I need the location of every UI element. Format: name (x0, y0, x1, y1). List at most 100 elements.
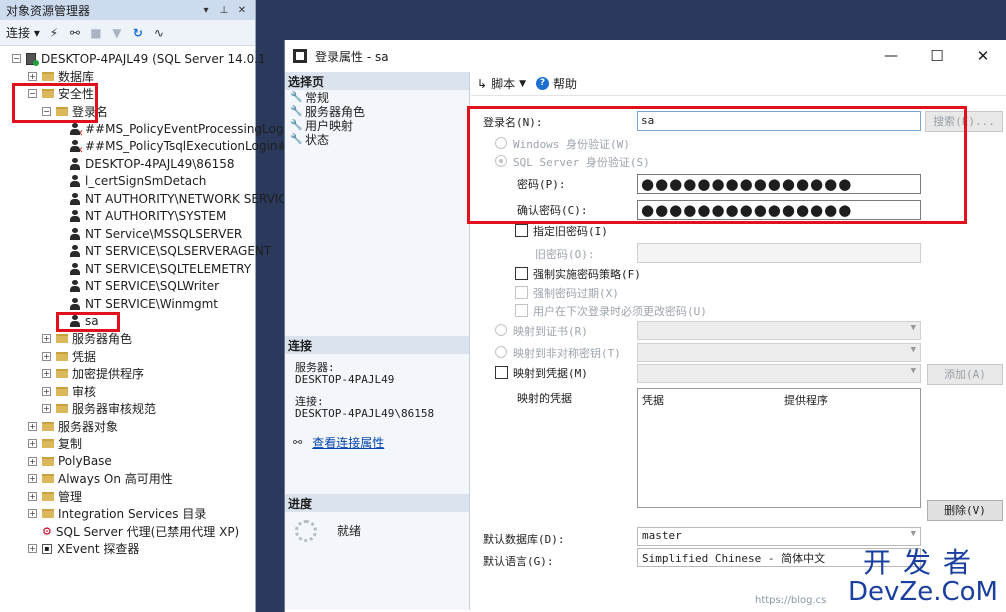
server-icon (26, 52, 39, 66)
tree-node[interactable]: + 管理 (28, 488, 82, 505)
remove-button[interactable]: 删除(V) (927, 500, 1003, 521)
tree-node-label: ##MS_PolicyTsqlExecutionLogin## (85, 139, 298, 153)
certificate-combo[interactable]: ▼ (637, 321, 921, 340)
tree-node[interactable]: NT SERVICE\SQLTELEMETRY (56, 260, 251, 277)
map-certificate-radio[interactable] (495, 324, 507, 336)
watermark-line2: DevZe.CoM (848, 577, 998, 607)
tree-node[interactable]: l_certSignSmDetach (56, 173, 206, 190)
page-list: 🔧 常规 🔧 服务器角色 🔧 用户映射 🔧 状态 (285, 90, 469, 147)
help-button[interactable]: 帮助 (553, 75, 577, 92)
specify-old-password-label: 指定旧密码(I) (533, 225, 608, 238)
filter-icon[interactable]: ▼ (110, 26, 124, 40)
tree-node[interactable]: + Always On 高可用性 (28, 470, 173, 487)
tree-node-label: 审核 (72, 384, 97, 399)
expand-icon[interactable]: + (28, 509, 37, 518)
highlight-box-security (12, 83, 98, 123)
expand-icon[interactable]: + (42, 369, 51, 378)
tree-node[interactable]: NT AUTHORITY\NETWORK SERVICE (56, 190, 294, 207)
expand-icon[interactable]: + (42, 351, 51, 361)
script-dropdown-icon[interactable]: ▼ (519, 79, 526, 89)
user-icon (70, 262, 80, 275)
folder-icon (56, 386, 68, 396)
enforce-policy-checkbox[interactable] (515, 267, 528, 280)
tree-node[interactable]: + 数据库 (28, 68, 94, 85)
must-change-label: 用户在下次登录时必须更改密码(U) (533, 305, 707, 318)
page-status[interactable]: 🔧 状态 (285, 132, 469, 147)
expand-icon[interactable]: + (28, 71, 37, 81)
tree-node[interactable]: + 加密提供程序 (42, 365, 144, 382)
tree-node[interactable]: NT SERVICE\Winmgmt (56, 295, 218, 312)
connection-properties-icon: ⚯ (293, 436, 303, 449)
tree-node-label: 服务器角色 (72, 332, 133, 346)
refresh-icon[interactable]: ↻ (131, 26, 145, 40)
pin-icon[interactable]: ⊥ (217, 5, 231, 16)
expand-icon[interactable]: + (28, 544, 37, 553)
disconnect-plug-icon[interactable]: ⚯ (68, 26, 82, 40)
enforce-expiration-checkbox[interactable] (515, 286, 528, 299)
mapped-credentials-grid[interactable]: 凭据 提供程序 (637, 388, 921, 508)
progress-header: 进度 (285, 494, 469, 512)
panel-dropdown-icon[interactable]: ▾ (199, 5, 213, 16)
tree-node[interactable]: ✕ ##MS_PolicyTsqlExecutionLogin## (56, 138, 298, 156)
expand-icon[interactable]: + (28, 456, 37, 466)
grid-header-credential[interactable]: 凭据 (642, 392, 664, 408)
tree-node-label: NT SERVICE\SQLTELEMETRY (85, 261, 252, 276)
tree-node[interactable]: + Integration Services 目录 (28, 505, 206, 522)
tree-node[interactable]: + 复制 (28, 435, 82, 452)
tree-node[interactable]: − DESKTOP-4PAJL49 (SQL Server 14.0.1 (12, 50, 266, 67)
enforce-expiration-label: 强制密码过期(X) (533, 287, 619, 300)
tree-node[interactable]: ⚙ SQL Server 代理(已禁用代理 XP) (28, 523, 239, 540)
tree-node[interactable]: + PolyBase (28, 453, 112, 470)
expand-icon[interactable]: + (28, 439, 37, 448)
asymmetric-key-combo[interactable]: ▼ (637, 343, 921, 362)
expand-icon[interactable]: + (42, 404, 51, 413)
view-connection-properties-link[interactable]: 查看连接属性 (312, 434, 384, 451)
connect-plug-icon[interactable]: ⚡ (47, 26, 61, 40)
specify-old-password-checkbox[interactable] (515, 224, 528, 237)
expand-icon[interactable]: + (42, 334, 51, 343)
minimize-button[interactable]: — (868, 48, 914, 64)
tree-node-label: ##MS_PolicyEventProcessingLogin## (85, 121, 315, 136)
tree-node[interactable]: NT Service\MSSQLSERVER (56, 225, 242, 242)
tree-node-label: PolyBase (58, 454, 112, 468)
wrench-icon: 🔧 (290, 105, 303, 117)
agent-icon: ⚙ (42, 524, 52, 538)
connect-button[interactable]: 连接 ▾ (6, 24, 40, 41)
expand-icon[interactable]: + (28, 474, 37, 483)
dialog-toolbar: ↳ 脚本 ▼ ? 帮助 (471, 72, 1006, 96)
tree-node[interactable]: NT SERVICE\SQLWriter (56, 278, 219, 295)
default-database-label: 默认数据库(D): (483, 533, 565, 546)
tree-node[interactable]: NT SERVICE\SQLSERVERAGENT (56, 243, 271, 260)
tree-node[interactable]: + 服务器审核规范 (42, 400, 156, 417)
expand-icon[interactable]: + (28, 491, 37, 501)
tree-node[interactable]: + 凭据 (42, 348, 96, 365)
script-button[interactable]: 脚本 (491, 75, 515, 92)
close-button[interactable]: ✕ (960, 47, 1006, 65)
grid-header-provider[interactable]: 提供程序 (784, 392, 828, 408)
tree-node[interactable]: DESKTOP-4PAJL49\86158 (56, 155, 234, 172)
expand-icon[interactable]: + (42, 386, 51, 396)
activity-monitor-icon[interactable]: ∿ (152, 26, 166, 40)
user-icon (70, 210, 80, 222)
collapse-icon[interactable]: − (12, 54, 21, 63)
tree-node[interactable]: NT AUTHORITY\SYSTEM (56, 208, 226, 225)
stop-icon[interactable]: ■ (89, 26, 103, 40)
tree-node[interactable]: + 服务器对象 (28, 418, 118, 435)
tree-node[interactable]: + ▪ XEvent 探查器 (28, 540, 139, 557)
map-credential-checkbox[interactable] (495, 366, 508, 379)
map-asymmetric-key-radio[interactable] (495, 346, 507, 358)
old-password-input[interactable] (637, 243, 921, 263)
maximize-button[interactable]: ☐ (914, 47, 960, 65)
credential-combo[interactable]: ▼ (637, 364, 921, 383)
must-change-checkbox[interactable] (515, 304, 528, 317)
dialog-title: 登录属性 - sa (315, 49, 389, 64)
wrench-icon: 🔧 (290, 91, 303, 103)
expand-icon[interactable]: + (28, 421, 37, 431)
default-database-combo[interactable]: master ▼ (637, 527, 921, 546)
close-panel-icon[interactable]: ✕ (235, 5, 249, 16)
add-button[interactable]: 添加(A) (927, 364, 1003, 385)
user-icon (70, 192, 80, 205)
tree-node[interactable]: + 服务器角色 (42, 330, 132, 347)
tree-node[interactable]: + 审核 (42, 383, 96, 400)
user-disabled-icon: ✕ (70, 140, 84, 156)
